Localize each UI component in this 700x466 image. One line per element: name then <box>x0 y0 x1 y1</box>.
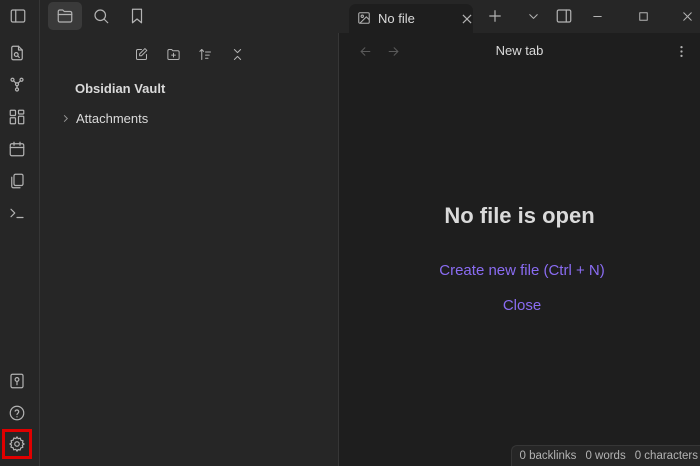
vault-switcher-icon[interactable] <box>3 367 31 395</box>
image-file-icon <box>357 11 371 25</box>
search-icon[interactable] <box>87 2 115 30</box>
tab-list-chevron-down-icon[interactable] <box>519 2 547 30</box>
sidebar-header <box>40 0 339 33</box>
close-link[interactable]: Close <box>339 297 700 314</box>
settings-gear-icon[interactable] <box>2 429 32 459</box>
backlinks-count[interactable]: 0 backlinks <box>520 450 577 462</box>
graph-view-icon[interactable] <box>3 71 31 99</box>
folder-item[interactable]: Attachments <box>60 108 148 128</box>
folder-label: Attachments <box>76 110 149 126</box>
bookmark-icon[interactable] <box>123 2 151 30</box>
sort-order-icon[interactable] <box>191 40 219 68</box>
new-note-icon[interactable] <box>127 40 155 68</box>
right-sidebar-toggle-icon[interactable] <box>550 2 578 30</box>
empty-state-title: No file is open <box>444 203 595 228</box>
collapse-all-icon[interactable] <box>223 40 251 68</box>
file-explorer: Obsidian Vault Attachments <box>40 33 339 466</box>
new-folder-icon[interactable] <box>159 40 187 68</box>
tab-bar: No file <box>339 0 700 33</box>
chevron-right-icon <box>60 113 71 124</box>
command-palette-icon[interactable] <box>3 199 31 227</box>
templates-icon[interactable] <box>3 167 31 195</box>
close-window-icon[interactable] <box>673 2 700 30</box>
maximize-window-icon[interactable] <box>629 2 657 30</box>
left-ribbon <box>0 33 40 466</box>
file-explorer-tab-icon[interactable] <box>48 2 82 30</box>
editor-pane: New tab No file is open Create new file … <box>339 33 700 466</box>
more-options-icon[interactable] <box>667 37 695 65</box>
open-quick-switcher-icon[interactable] <box>3 39 31 67</box>
tab-label: No file <box>378 11 415 26</box>
canvas-icon[interactable] <box>3 103 31 131</box>
sidebar-toggle-icon[interactable] <box>4 2 32 30</box>
vault-name[interactable]: Obsidian Vault <box>75 81 165 96</box>
tab-close-icon[interactable] <box>460 12 474 26</box>
new-tab-plus-icon[interactable] <box>481 2 509 30</box>
ribbon-top <box>0 0 40 33</box>
view-title: New tab <box>495 43 544 58</box>
word-count: 0 words <box>585 450 626 462</box>
help-icon[interactable] <box>3 399 31 427</box>
calendar-icon[interactable] <box>3 135 31 163</box>
minimize-window-icon[interactable] <box>583 2 611 30</box>
status-bar: 0 backlinks 0 words 0 characters <box>510 445 700 466</box>
tab-no-file[interactable]: No file <box>349 4 473 33</box>
create-new-file-link[interactable]: Create new file (Ctrl + N) <box>339 262 700 279</box>
character-count: 0 characters <box>634 450 698 462</box>
